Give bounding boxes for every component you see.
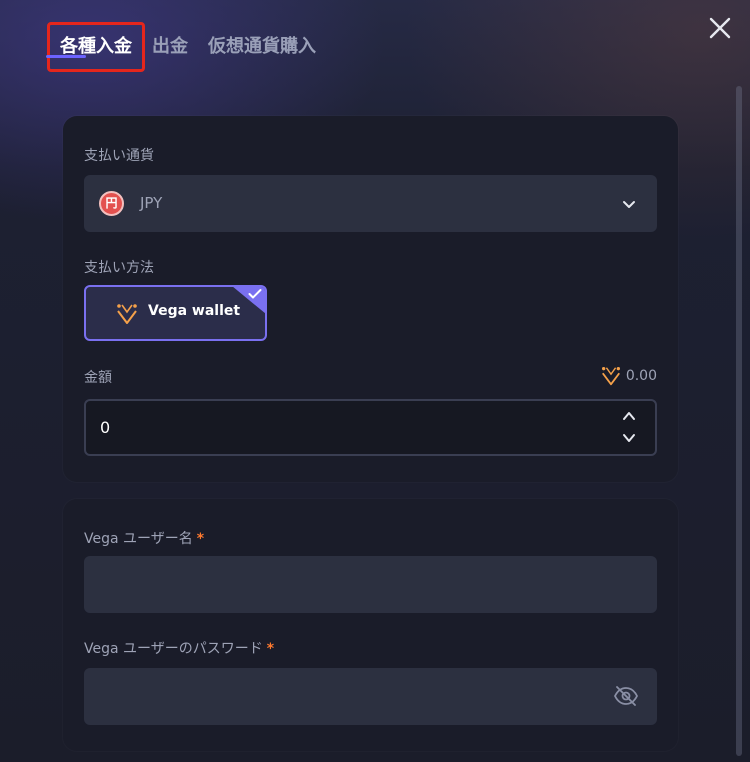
close-icon [709,17,731,39]
currency-select[interactable]: 円 JPY [84,175,657,232]
eye-off-icon[interactable] [613,685,639,707]
amount-label: 金額 [84,370,112,386]
required-mark: * [196,531,205,547]
username-label-text: Vega ユーザー名 [84,531,193,547]
vega-logo-icon [601,367,620,386]
tab-deposit[interactable]: 各種入金 [47,22,145,72]
credentials-card: Vega ユーザー名 * Vega ユーザーのパスワード * [63,499,678,751]
password-label: Vega ユーザーのパスワード * [84,638,274,658]
payment-currency-label: 支払い通貨 [84,148,154,164]
close-button[interactable] [706,14,734,42]
username-input[interactable] [84,556,657,613]
scrollbar[interactable] [736,86,742,756]
tab-crypto-purchase[interactable]: 仮想通貨購入 [198,25,326,69]
payment-method-name: Vega wallet [148,303,241,319]
password-field-wrapper [84,668,657,725]
required-mark: * [266,641,275,657]
chevron-up-icon[interactable] [621,409,637,423]
payment-method-vega-wallet[interactable]: Vega wallet [84,285,267,341]
wallet-balance: 0.00 [600,365,657,387]
tab-withdraw[interactable]: 出金 [142,25,198,69]
chevron-down-icon [623,201,635,208]
yen-coin-icon: 円 [99,191,124,216]
active-tab-indicator [46,55,86,58]
username-field-wrapper [84,556,657,613]
tab-bar: 各種入金 出金 仮想通貨購入 [47,22,326,85]
password-input[interactable] [84,668,657,725]
currency-select-value: JPY [140,194,163,212]
vega-logo-icon [117,304,137,324]
wallet-balance-value: 0.00 [625,368,657,384]
deposit-modal: 各種入金 出金 仮想通貨購入 支払い通貨 円 JPY 支払い方法 Vega wa… [0,0,750,762]
password-label-text: Vega ユーザーのパスワード [84,641,263,657]
check-icon [248,289,262,299]
username-label: Vega ユーザー名 * [84,528,204,548]
amount-input[interactable] [86,401,606,454]
payment-method-label: 支払い方法 [84,260,154,276]
chevron-down-icon[interactable] [621,431,637,445]
amount-input-wrapper [84,399,657,456]
payment-card: 支払い通貨 円 JPY 支払い方法 Vega wallet 金額 0.00 0 [63,116,678,482]
